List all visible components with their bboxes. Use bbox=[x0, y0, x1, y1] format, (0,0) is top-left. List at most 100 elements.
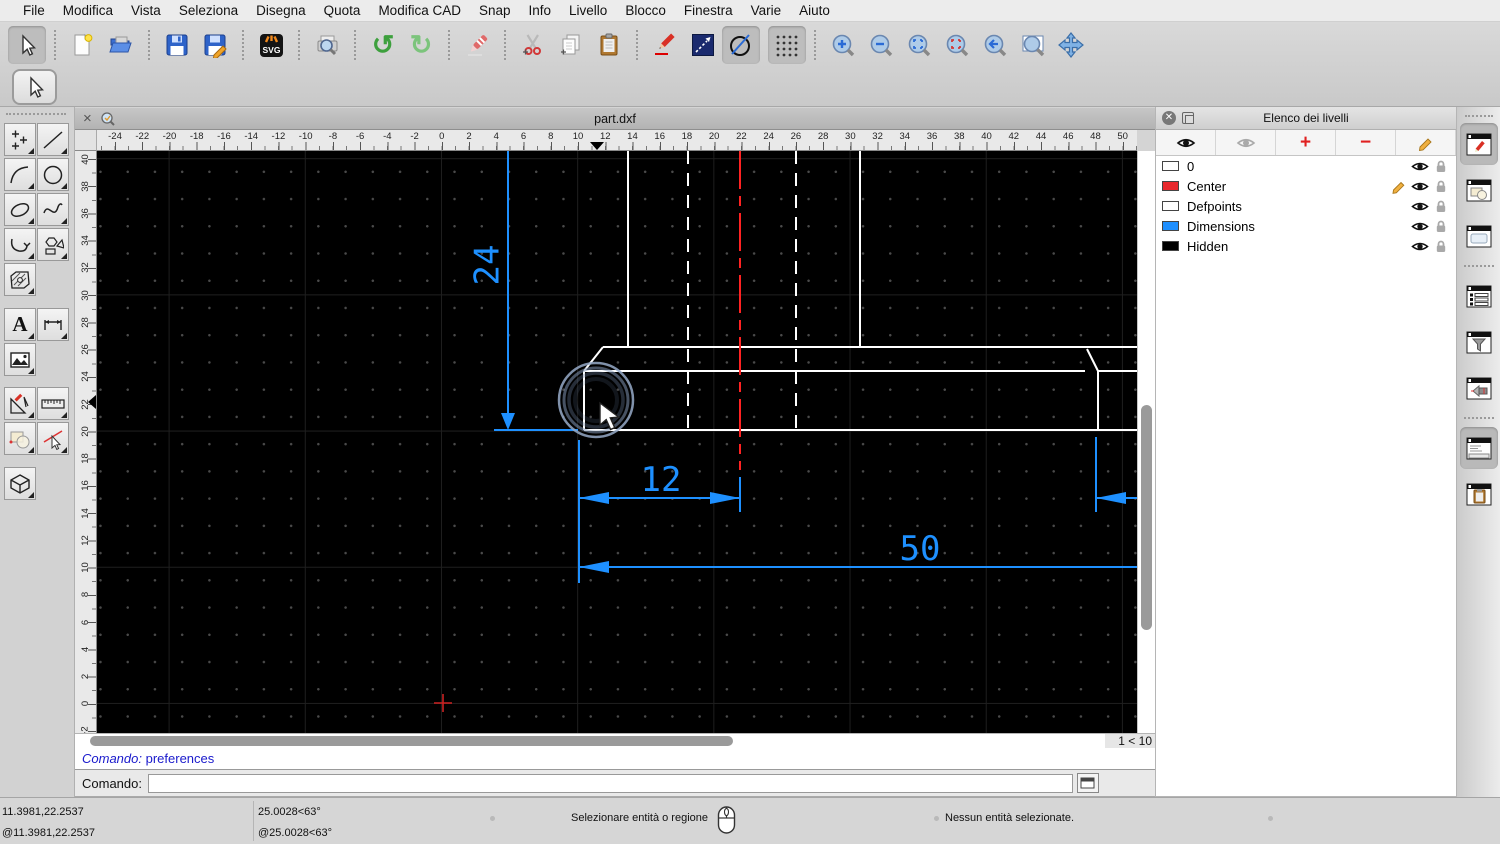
new-file-button[interactable] bbox=[64, 26, 102, 64]
layer-lock-icon[interactable] bbox=[1432, 239, 1450, 253]
menu-item[interactable]: Modifica bbox=[54, 3, 122, 18]
command-line-dock-button[interactable] bbox=[1459, 427, 1498, 469]
menu-item[interactable]: Snap bbox=[470, 3, 520, 18]
text-tool-button[interactable]: A bbox=[4, 308, 36, 341]
zoom-out-button[interactable] bbox=[862, 26, 900, 64]
menu-item[interactable]: Quota bbox=[315, 3, 370, 18]
menu-item[interactable]: Seleziona bbox=[170, 3, 247, 18]
pen-edit-button[interactable] bbox=[646, 26, 684, 64]
solid-3d-tool-button[interactable] bbox=[4, 467, 36, 500]
layer-list-dock-button[interactable] bbox=[1459, 123, 1498, 165]
drawing-svg: 24 12 50 bbox=[434, 151, 1137, 712]
horizontal-scrollbar-thumb[interactable] bbox=[90, 736, 733, 746]
cut-button[interactable] bbox=[514, 26, 552, 64]
menu-item[interactable]: File bbox=[14, 3, 54, 18]
undo-button[interactable]: ↺ bbox=[364, 26, 402, 64]
layer-lock-icon[interactable] bbox=[1432, 179, 1450, 193]
copy-button[interactable] bbox=[552, 26, 590, 64]
svg-export-button[interactable]: SVG bbox=[252, 26, 290, 64]
pan-button[interactable] bbox=[1052, 26, 1090, 64]
ruler-label: 42 bbox=[1008, 131, 1020, 142]
save-as-button[interactable] bbox=[196, 26, 234, 64]
select-tool-button[interactable] bbox=[8, 26, 46, 64]
vertical-scrollbar[interactable] bbox=[1137, 151, 1155, 733]
block-tool-button[interactable] bbox=[4, 422, 36, 455]
edit-layer-button[interactable] bbox=[1396, 130, 1456, 155]
layer-visibility-icon[interactable] bbox=[1411, 160, 1429, 173]
layer-row[interactable]: Center bbox=[1156, 176, 1456, 196]
view-widget-dock-button[interactable] bbox=[1460, 367, 1498, 409]
menu-item[interactable]: Info bbox=[520, 3, 561, 18]
image-tool-button[interactable] bbox=[4, 343, 36, 376]
select-tool-button-row2[interactable] bbox=[12, 69, 57, 105]
add-layer-button[interactable]: + bbox=[1276, 130, 1336, 155]
menu-item[interactable]: Modifica CAD bbox=[369, 3, 470, 18]
layer-lock-icon[interactable] bbox=[1432, 219, 1450, 233]
dimension-tool-button[interactable] bbox=[37, 308, 69, 341]
menu-item[interactable]: Aiuto bbox=[790, 3, 839, 18]
line-tool-palette-button[interactable] bbox=[37, 123, 69, 156]
modify-tool-button[interactable] bbox=[4, 387, 36, 420]
vertical-scrollbar-thumb[interactable] bbox=[1141, 405, 1152, 630]
property-editor-dock-button[interactable] bbox=[1460, 275, 1498, 317]
layer-list-panel: Elenco dei livelli ✕ + − 0 Center Defpoi… bbox=[1155, 107, 1457, 797]
points-tool-button[interactable] bbox=[4, 123, 36, 156]
redo-button[interactable]: ↻ bbox=[402, 26, 440, 64]
layer-row[interactable]: Dimensions bbox=[1156, 216, 1456, 236]
select-entity-tool-button[interactable] bbox=[37, 422, 69, 455]
menu-item[interactable]: Vista bbox=[122, 3, 170, 18]
library-browser-dock-button[interactable] bbox=[1460, 215, 1498, 257]
layer-visibility-icon[interactable] bbox=[1411, 200, 1429, 213]
open-file-button[interactable] bbox=[102, 26, 140, 64]
layer-lock-icon[interactable] bbox=[1432, 159, 1450, 173]
erase-button[interactable] bbox=[458, 26, 496, 64]
circle-tool-palette-button[interactable] bbox=[37, 158, 69, 191]
remove-layer-button[interactable]: − bbox=[1336, 130, 1396, 155]
paste-button[interactable] bbox=[590, 26, 628, 64]
hatch-tool-button[interactable] bbox=[4, 263, 36, 296]
zoom-in-button[interactable] bbox=[824, 26, 862, 64]
scissors-icon bbox=[523, 34, 541, 55]
arc-tool-button[interactable] bbox=[4, 158, 36, 191]
drawing-canvas[interactable]: 24 12 50 bbox=[97, 151, 1137, 733]
menu-item[interactable]: Livello bbox=[560, 3, 616, 18]
menu-item[interactable]: Finestra bbox=[675, 3, 742, 18]
dock-drag-handle[interactable] bbox=[1464, 115, 1493, 117]
command-detach-button[interactable] bbox=[1076, 773, 1099, 793]
clipboard-dock-button[interactable] bbox=[1460, 473, 1498, 515]
show-all-layers-button[interactable] bbox=[1156, 130, 1216, 155]
menu-item[interactable]: Blocco bbox=[616, 3, 675, 18]
menu-item[interactable]: Varie bbox=[742, 3, 791, 18]
layer-lock-icon[interactable] bbox=[1432, 199, 1450, 213]
layer-visibility-icon[interactable] bbox=[1411, 240, 1429, 253]
ellipse-tool-button[interactable] bbox=[4, 193, 36, 226]
save-button[interactable] bbox=[158, 26, 196, 64]
layer-visibility-icon[interactable] bbox=[1411, 180, 1429, 193]
zoom-window-button[interactable] bbox=[1014, 26, 1052, 64]
measure-tool-button[interactable] bbox=[37, 387, 69, 420]
zoom-selection-button[interactable] bbox=[938, 26, 976, 64]
block-list-dock-button[interactable] bbox=[1460, 169, 1498, 211]
shapes-tool-button[interactable] bbox=[37, 228, 69, 261]
zoom-auto-button[interactable] bbox=[900, 26, 938, 64]
palette-drag-handle[interactable] bbox=[6, 113, 66, 115]
spline-tool-button[interactable] bbox=[37, 193, 69, 226]
panel-detach-icon[interactable] bbox=[1182, 112, 1194, 124]
print-preview-button[interactable] bbox=[308, 26, 346, 64]
polyline-tool-button[interactable] bbox=[4, 228, 36, 261]
selection-filter-dock-button[interactable] bbox=[1460, 321, 1498, 363]
line-tool-button[interactable] bbox=[684, 26, 722, 64]
layer-row[interactable]: Defpoints bbox=[1156, 196, 1456, 216]
panel-close-icon[interactable]: ✕ bbox=[1162, 111, 1176, 125]
layer-row[interactable]: 0 bbox=[1156, 156, 1456, 176]
grid-toggle-button[interactable] bbox=[768, 26, 806, 64]
zoom-previous-button[interactable] bbox=[976, 26, 1014, 64]
layer-visibility-icon[interactable] bbox=[1411, 220, 1429, 233]
command-input[interactable] bbox=[147, 773, 1073, 793]
layer-row[interactable]: Hidden bbox=[1156, 236, 1456, 256]
horizontal-scrollbar[interactable]: 1 < 10 bbox=[75, 733, 1155, 749]
circle-tool-button[interactable] bbox=[722, 26, 760, 64]
block-icon bbox=[9, 431, 30, 448]
hide-all-layers-button[interactable] bbox=[1216, 130, 1276, 155]
menu-item[interactable]: Disegna bbox=[247, 3, 315, 18]
